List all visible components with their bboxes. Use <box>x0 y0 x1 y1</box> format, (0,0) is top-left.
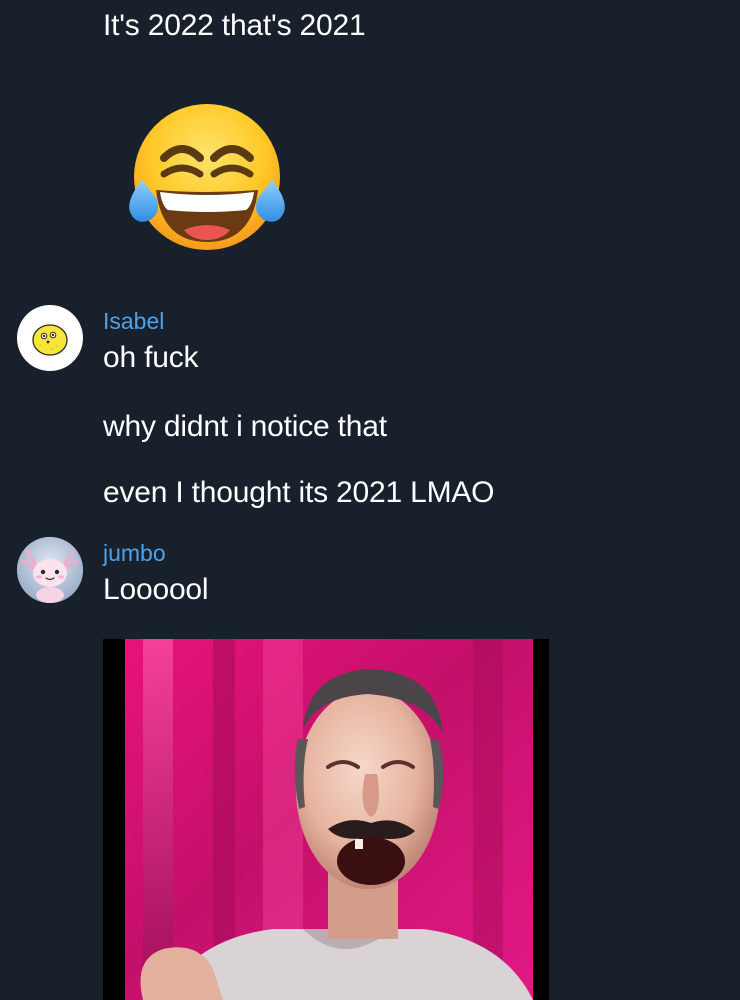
axolotl-icon <box>17 537 83 603</box>
message-text: It's 2022 that's 2021 <box>103 9 366 42</box>
message-text: Loooool <box>103 573 209 606</box>
tears-of-joy-emoji[interactable] <box>124 102 290 252</box>
message-text: why didnt i notice that <box>103 410 387 443</box>
gif-attachment[interactable] <box>103 639 549 1000</box>
lemon-avatar[interactable] <box>17 305 83 371</box>
username-jumbo[interactable]: jumbo <box>103 539 166 567</box>
axolotl-avatar[interactable] <box>17 537 83 603</box>
message-text: oh fuck <box>103 341 199 374</box>
laughing-man-image <box>103 639 549 1000</box>
username-isabel[interactable]: Isabel <box>103 307 164 335</box>
message-text: even I thought its 2021 LMAO <box>103 476 495 509</box>
lemon-icon <box>32 324 68 356</box>
